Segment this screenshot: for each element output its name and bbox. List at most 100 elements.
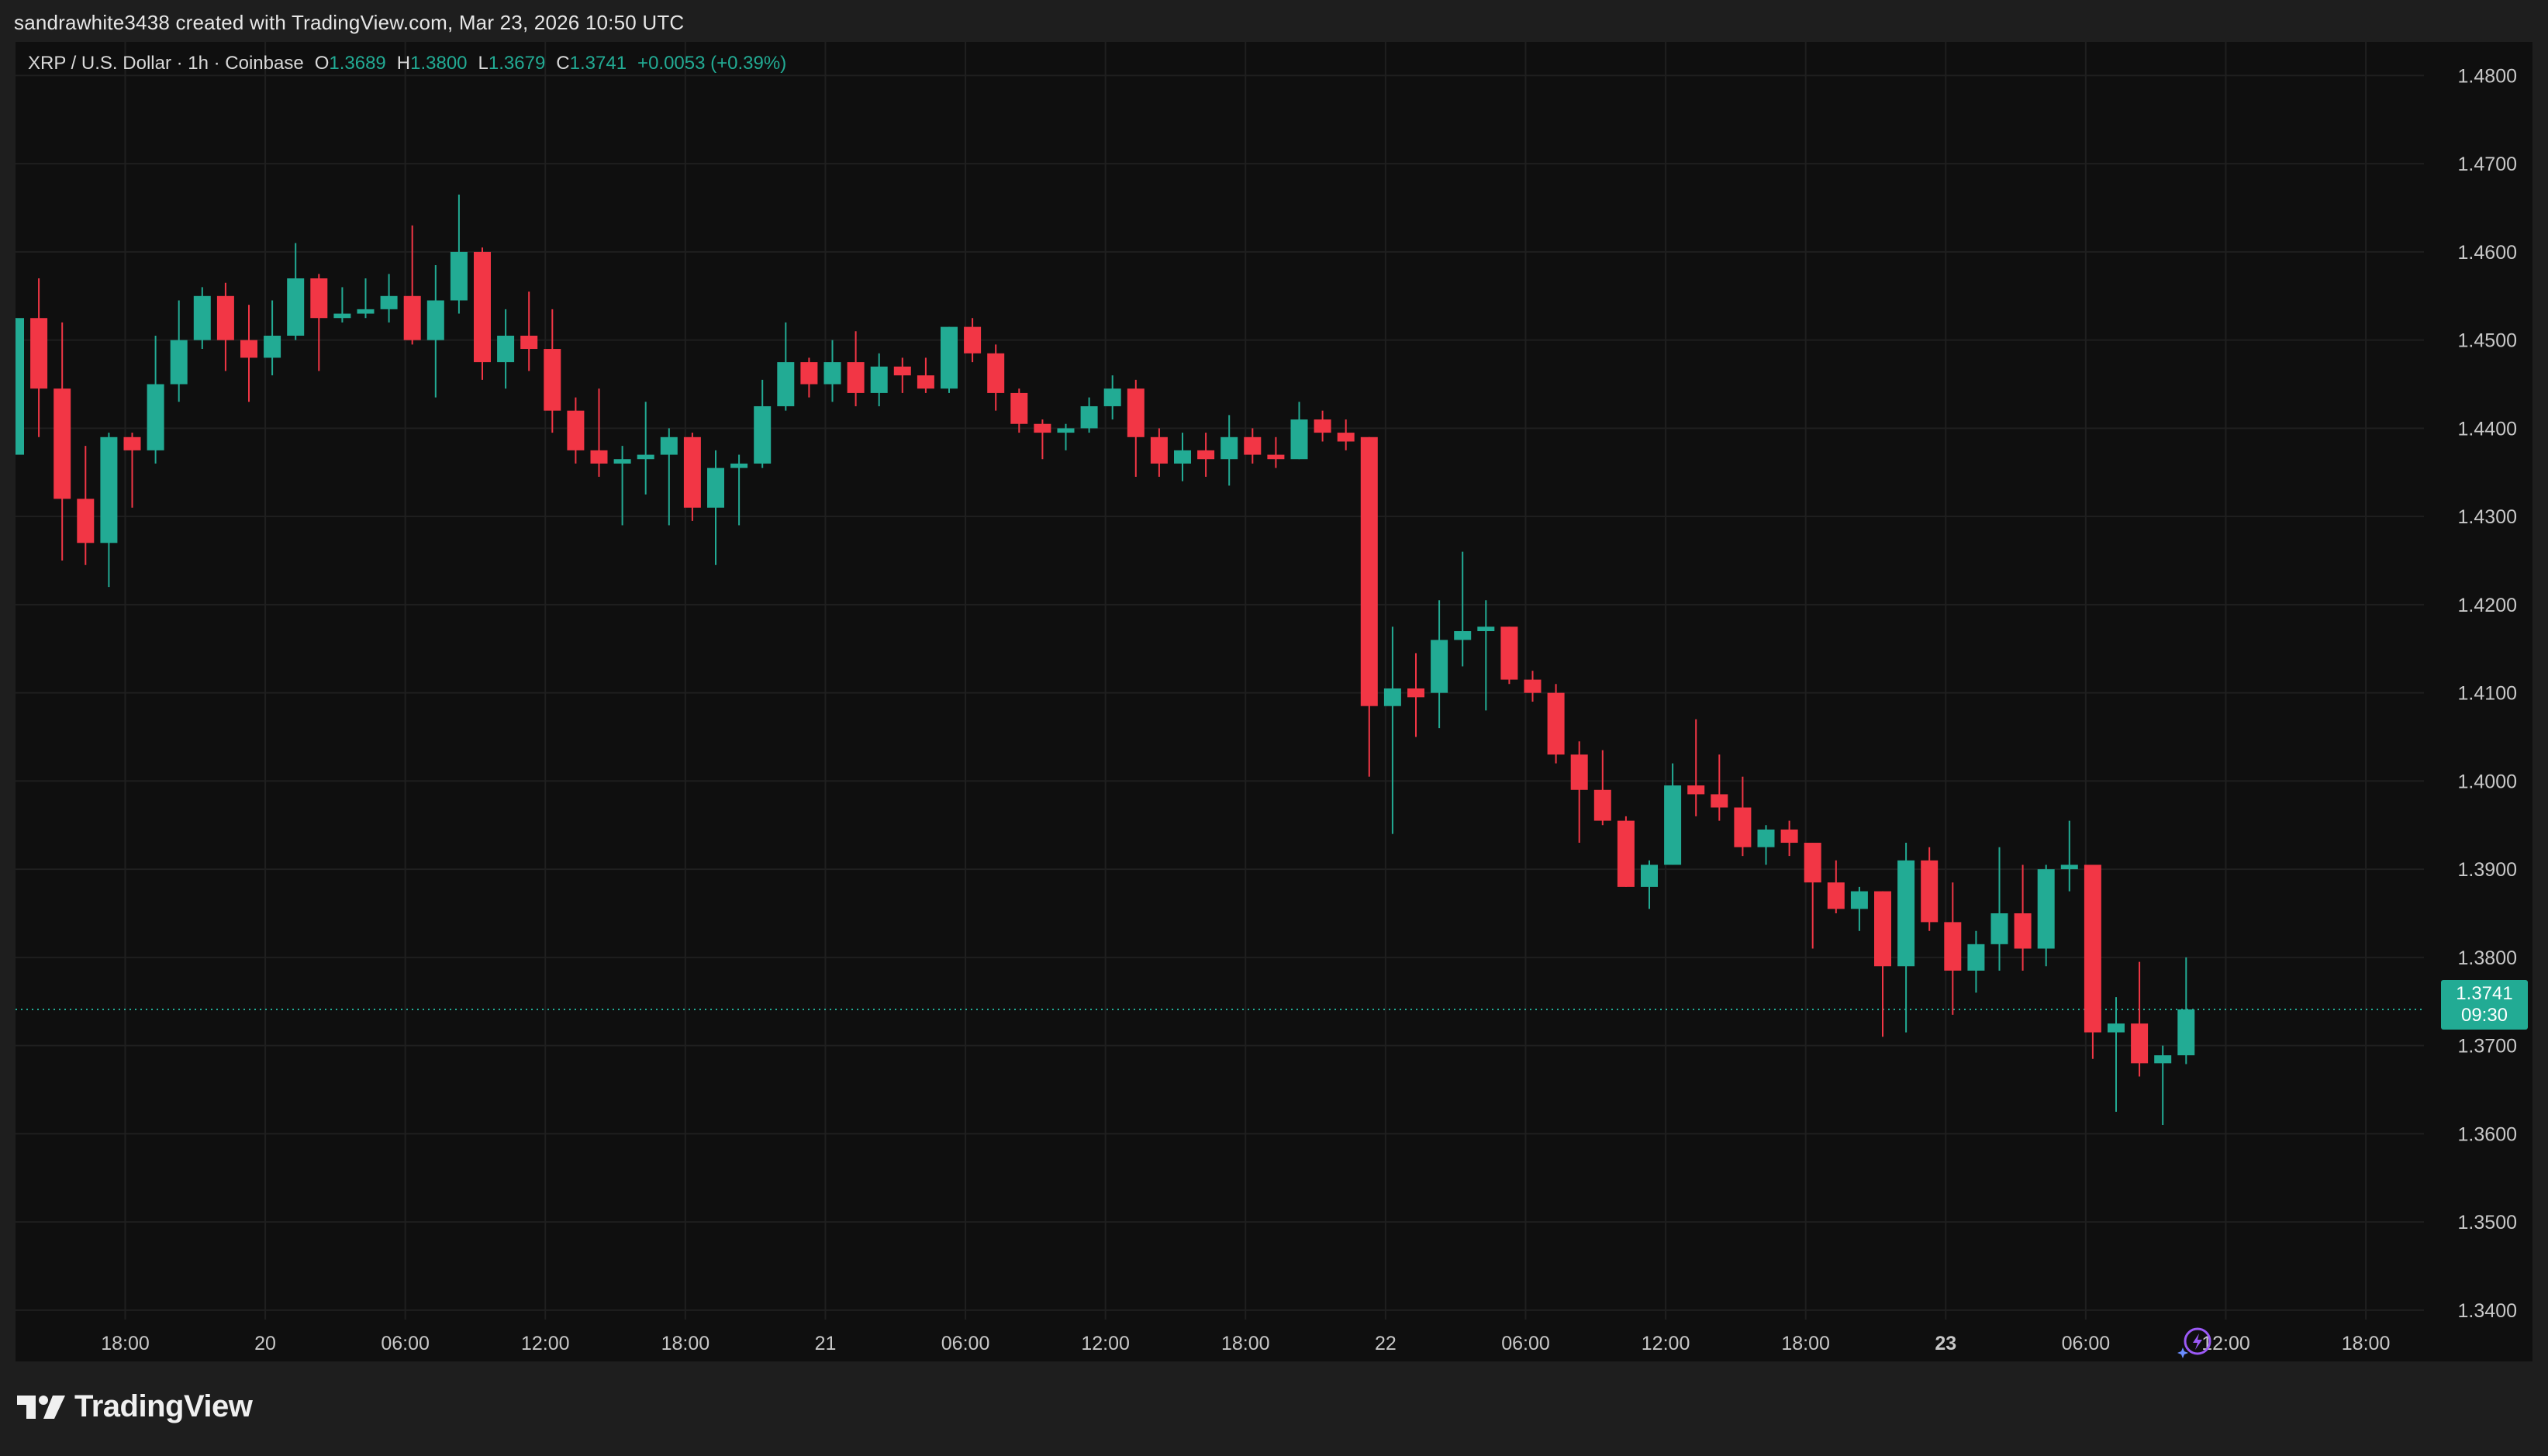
- candle-up: [1757, 825, 1775, 865]
- candle-body: [1780, 829, 1798, 844]
- candlestick-chart[interactable]: 1.4800 1.4700 1.4600 1.4500 1.4400 1.4300 1.42…: [16, 42, 2532, 1361]
- tradingview-snapshot: sandrawhite3438 created with TradingView…: [0, 0, 2548, 1456]
- time-tick-label: 12:00: [1081, 1333, 1130, 1354]
- candle-body: [917, 375, 934, 389]
- candle-body: [1290, 419, 1308, 460]
- candle-up: [1080, 397, 1098, 433]
- candle-down: [1547, 684, 1565, 764]
- candle-body: [1314, 419, 1331, 433]
- tradingview-logo[interactable]: TradingView: [17, 1389, 253, 1424]
- candle-down: [847, 331, 865, 406]
- time-tick-label: 06:00: [2062, 1333, 2111, 1354]
- candle-down: [123, 433, 141, 508]
- candle-body: [1220, 436, 1238, 460]
- candle-body: [1477, 626, 1495, 632]
- price-tick-label: 1.4200: [2458, 595, 2517, 616]
- candle-body: [123, 436, 141, 450]
- time-tick-label: 12:00: [1642, 1333, 1690, 1354]
- candle-body: [100, 436, 118, 543]
- candle-up: [16, 318, 24, 455]
- candle-body: [520, 335, 538, 350]
- time-tick-label: 06:00: [381, 1333, 430, 1354]
- candle-body: [1664, 785, 1682, 865]
- candle-body: [1897, 860, 1915, 967]
- candle-body: [1570, 754, 1588, 790]
- last-price-value: 1.3741: [2456, 983, 2513, 1004]
- candle-body: [567, 410, 585, 450]
- candle-body: [941, 326, 958, 389]
- candle-body: [1360, 436, 1378, 706]
- candle-down: [1874, 891, 1891, 1037]
- candle-down: [403, 225, 421, 345]
- price-tick-label: 1.4300: [2458, 506, 2517, 528]
- candle-body: [683, 436, 701, 508]
- time-tick-label: 06:00: [941, 1333, 990, 1354]
- candle-up: [426, 264, 444, 398]
- candle-up: [2154, 1045, 2172, 1126]
- candle-body: [987, 353, 1005, 393]
- candle-up: [730, 454, 748, 526]
- candle-down: [1127, 379, 1145, 477]
- time-tick-label: 18:00: [661, 1333, 710, 1354]
- legend-low-label: L: [478, 53, 489, 74]
- price-tick-label: 1.4700: [2458, 154, 2517, 175]
- candle-up: [2177, 957, 2195, 1064]
- candle-body: [16, 318, 24, 455]
- candle-body: [893, 366, 911, 376]
- candle-down: [1524, 671, 1542, 702]
- candle-down: [893, 357, 911, 393]
- candle-body: [54, 388, 71, 499]
- candle-down: [520, 292, 538, 371]
- candle-down: [590, 388, 608, 477]
- candle-up: [1897, 843, 1915, 1033]
- candle-body: [544, 349, 561, 411]
- candle-body: [823, 362, 841, 385]
- candle-body: [613, 459, 631, 464]
- candle-body: [170, 340, 188, 385]
- candle-down: [567, 397, 585, 464]
- candle-down: [683, 433, 701, 521]
- candle-body: [1990, 913, 2008, 944]
- candle-up: [497, 309, 515, 389]
- candle-body: [380, 295, 398, 309]
- candle-up: [1664, 763, 1682, 865]
- chart-area[interactable]: 1.4800 1.4700 1.4600 1.4500 1.4400 1.4300 1.42…: [16, 42, 2532, 1361]
- candle-down: [1360, 436, 1378, 777]
- candle-down: [1780, 820, 1798, 857]
- price-tick-label: 1.4500: [2458, 330, 2517, 352]
- candle-up: [1431, 600, 1448, 729]
- candle-body: [1617, 820, 1635, 887]
- attribution-text: sandrawhite3438 created with TradingView…: [14, 11, 685, 34]
- candle-body: [1010, 392, 1028, 424]
- candle-up: [380, 274, 398, 323]
- candle-down: [1827, 860, 1845, 914]
- candle-body: [1757, 829, 1775, 847]
- candle-body: [240, 340, 257, 358]
- candle-body: [357, 309, 375, 314]
- time-tick-label: 18:00: [1781, 1333, 1830, 1354]
- time-tick-label: 20: [254, 1333, 276, 1354]
- candle-body: [1944, 922, 1962, 971]
- candle-down: [964, 318, 982, 363]
- candle-down: [544, 309, 561, 433]
- candle-body: [1500, 626, 1518, 680]
- candle-down: [1804, 843, 1821, 949]
- candle-up: [1383, 626, 1401, 834]
- candle-body: [754, 405, 772, 464]
- candle-body: [264, 335, 281, 358]
- candle-body: [1337, 433, 1355, 442]
- candle-body: [30, 318, 48, 389]
- time-tick-label: 21: [815, 1333, 837, 1354]
- candle-body: [1080, 405, 1098, 429]
- bolt-icon[interactable]: [2176, 1324, 2213, 1361]
- candle-down: [30, 278, 48, 437]
- candle-up: [287, 243, 305, 340]
- candle-body: [1407, 688, 1424, 698]
- candle-body: [1921, 860, 1939, 923]
- candle-body: [193, 295, 211, 340]
- price-tick-label: 1.4100: [2458, 683, 2517, 705]
- candle-body: [1593, 789, 1611, 821]
- candle-up: [1477, 600, 1495, 711]
- candle-down: [77, 446, 95, 565]
- candle-down: [310, 274, 328, 371]
